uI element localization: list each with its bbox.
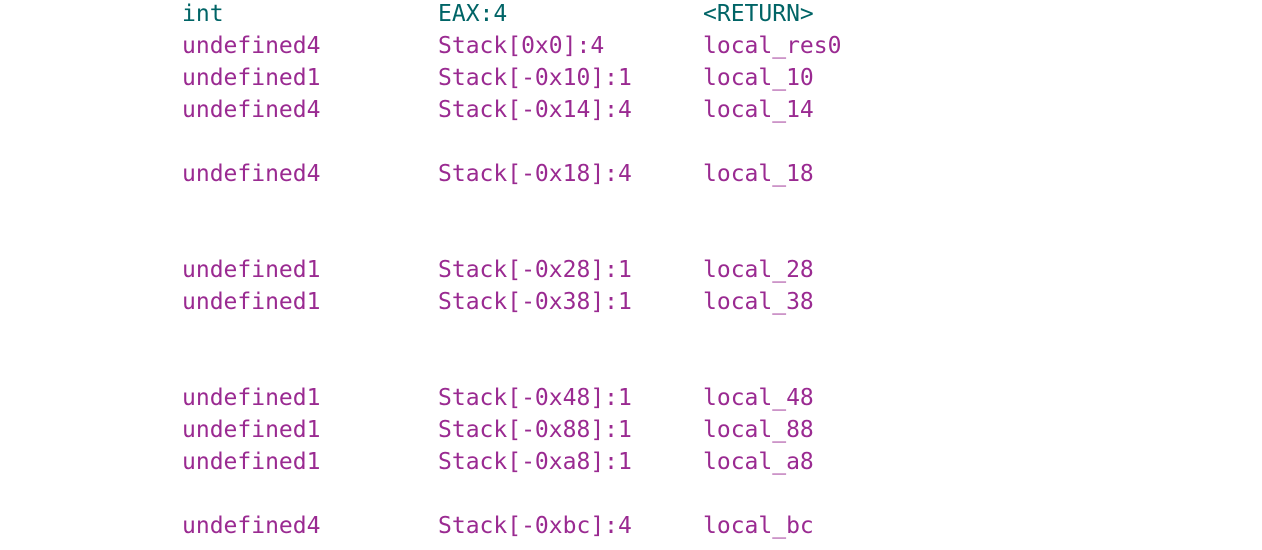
variable-storage: Stack[-0x18]:4: [438, 161, 632, 187]
local-variable-row[interactable]: undefined4 Stack[-0x18]:4 local_18: [0, 160, 1262, 192]
variable-storage: Stack[-0xbc]:4: [438, 513, 632, 539]
variable-name: local_48: [703, 385, 814, 411]
variable-storage: Stack[0x0]:4: [438, 33, 605, 59]
variable-type: undefined1: [182, 385, 321, 411]
local-variable-row[interactable]: undefined1 Stack[-0x88]:1 local_88: [0, 416, 1262, 448]
variable-storage: Stack[-0x88]:1: [438, 417, 632, 443]
variable-listing: int EAX:4 <RETURN> undefined4 Stack[0x0]…: [0, 0, 1262, 550]
local-variable-row[interactable]: undefined1 Stack[-0x48]:1 local_48: [0, 384, 1262, 416]
variable-type: undefined1: [182, 65, 321, 91]
variable-type: undefined4: [182, 513, 321, 539]
variable-type: undefined1: [182, 449, 321, 475]
variable-storage: Stack[-0xa8]:1: [438, 449, 632, 475]
return-value-row[interactable]: int EAX:4 <RETURN>: [0, 0, 1262, 32]
variable-name: local_88: [703, 417, 814, 443]
variable-name: <RETURN>: [703, 1, 814, 27]
variable-type: undefined1: [182, 289, 321, 315]
variable-name: local_18: [703, 161, 814, 187]
variable-storage: Stack[-0x14]:4: [438, 97, 632, 123]
local-variable-row[interactable]: undefined1 Stack[-0x10]:1 local_10: [0, 64, 1262, 96]
variable-name: local_14: [703, 97, 814, 123]
variable-type: undefined4: [182, 97, 321, 123]
local-variable-row[interactable]: undefined4 Stack[-0xbc]:4 local_bc: [0, 512, 1262, 544]
variable-name: local_38: [703, 289, 814, 315]
local-variable-row[interactable]: undefined1 Stack[-0x28]:1 local_28: [0, 256, 1262, 288]
local-variable-row[interactable]: undefined4 Stack[0x0]:4 local_res0: [0, 32, 1262, 64]
local-variable-row[interactable]: undefined4 Stack[-0x14]:4 local_14: [0, 96, 1262, 128]
variable-name: local_a8: [703, 449, 814, 475]
variable-storage: Stack[-0x10]:1: [438, 65, 632, 91]
variable-storage: Stack[-0x28]:1: [438, 257, 632, 283]
variable-storage: EAX:4: [438, 1, 508, 27]
variable-type: undefined1: [182, 257, 321, 283]
variable-type: undefined4: [182, 33, 321, 59]
variable-storage: Stack[-0x38]:1: [438, 289, 632, 315]
variable-type: undefined4: [182, 161, 321, 187]
local-variable-row[interactable]: undefined1 Stack[-0x38]:1 local_38: [0, 288, 1262, 320]
variable-name: local_28: [703, 257, 814, 283]
variable-name: local_bc: [703, 513, 814, 539]
local-variable-row[interactable]: undefined1 Stack[-0xa8]:1 local_a8: [0, 448, 1262, 480]
variable-storage: Stack[-0x48]:1: [438, 385, 632, 411]
variable-name: local_res0: [703, 33, 842, 59]
variable-name: local_10: [703, 65, 814, 91]
variable-type: int: [182, 1, 224, 27]
variable-type: undefined1: [182, 417, 321, 443]
